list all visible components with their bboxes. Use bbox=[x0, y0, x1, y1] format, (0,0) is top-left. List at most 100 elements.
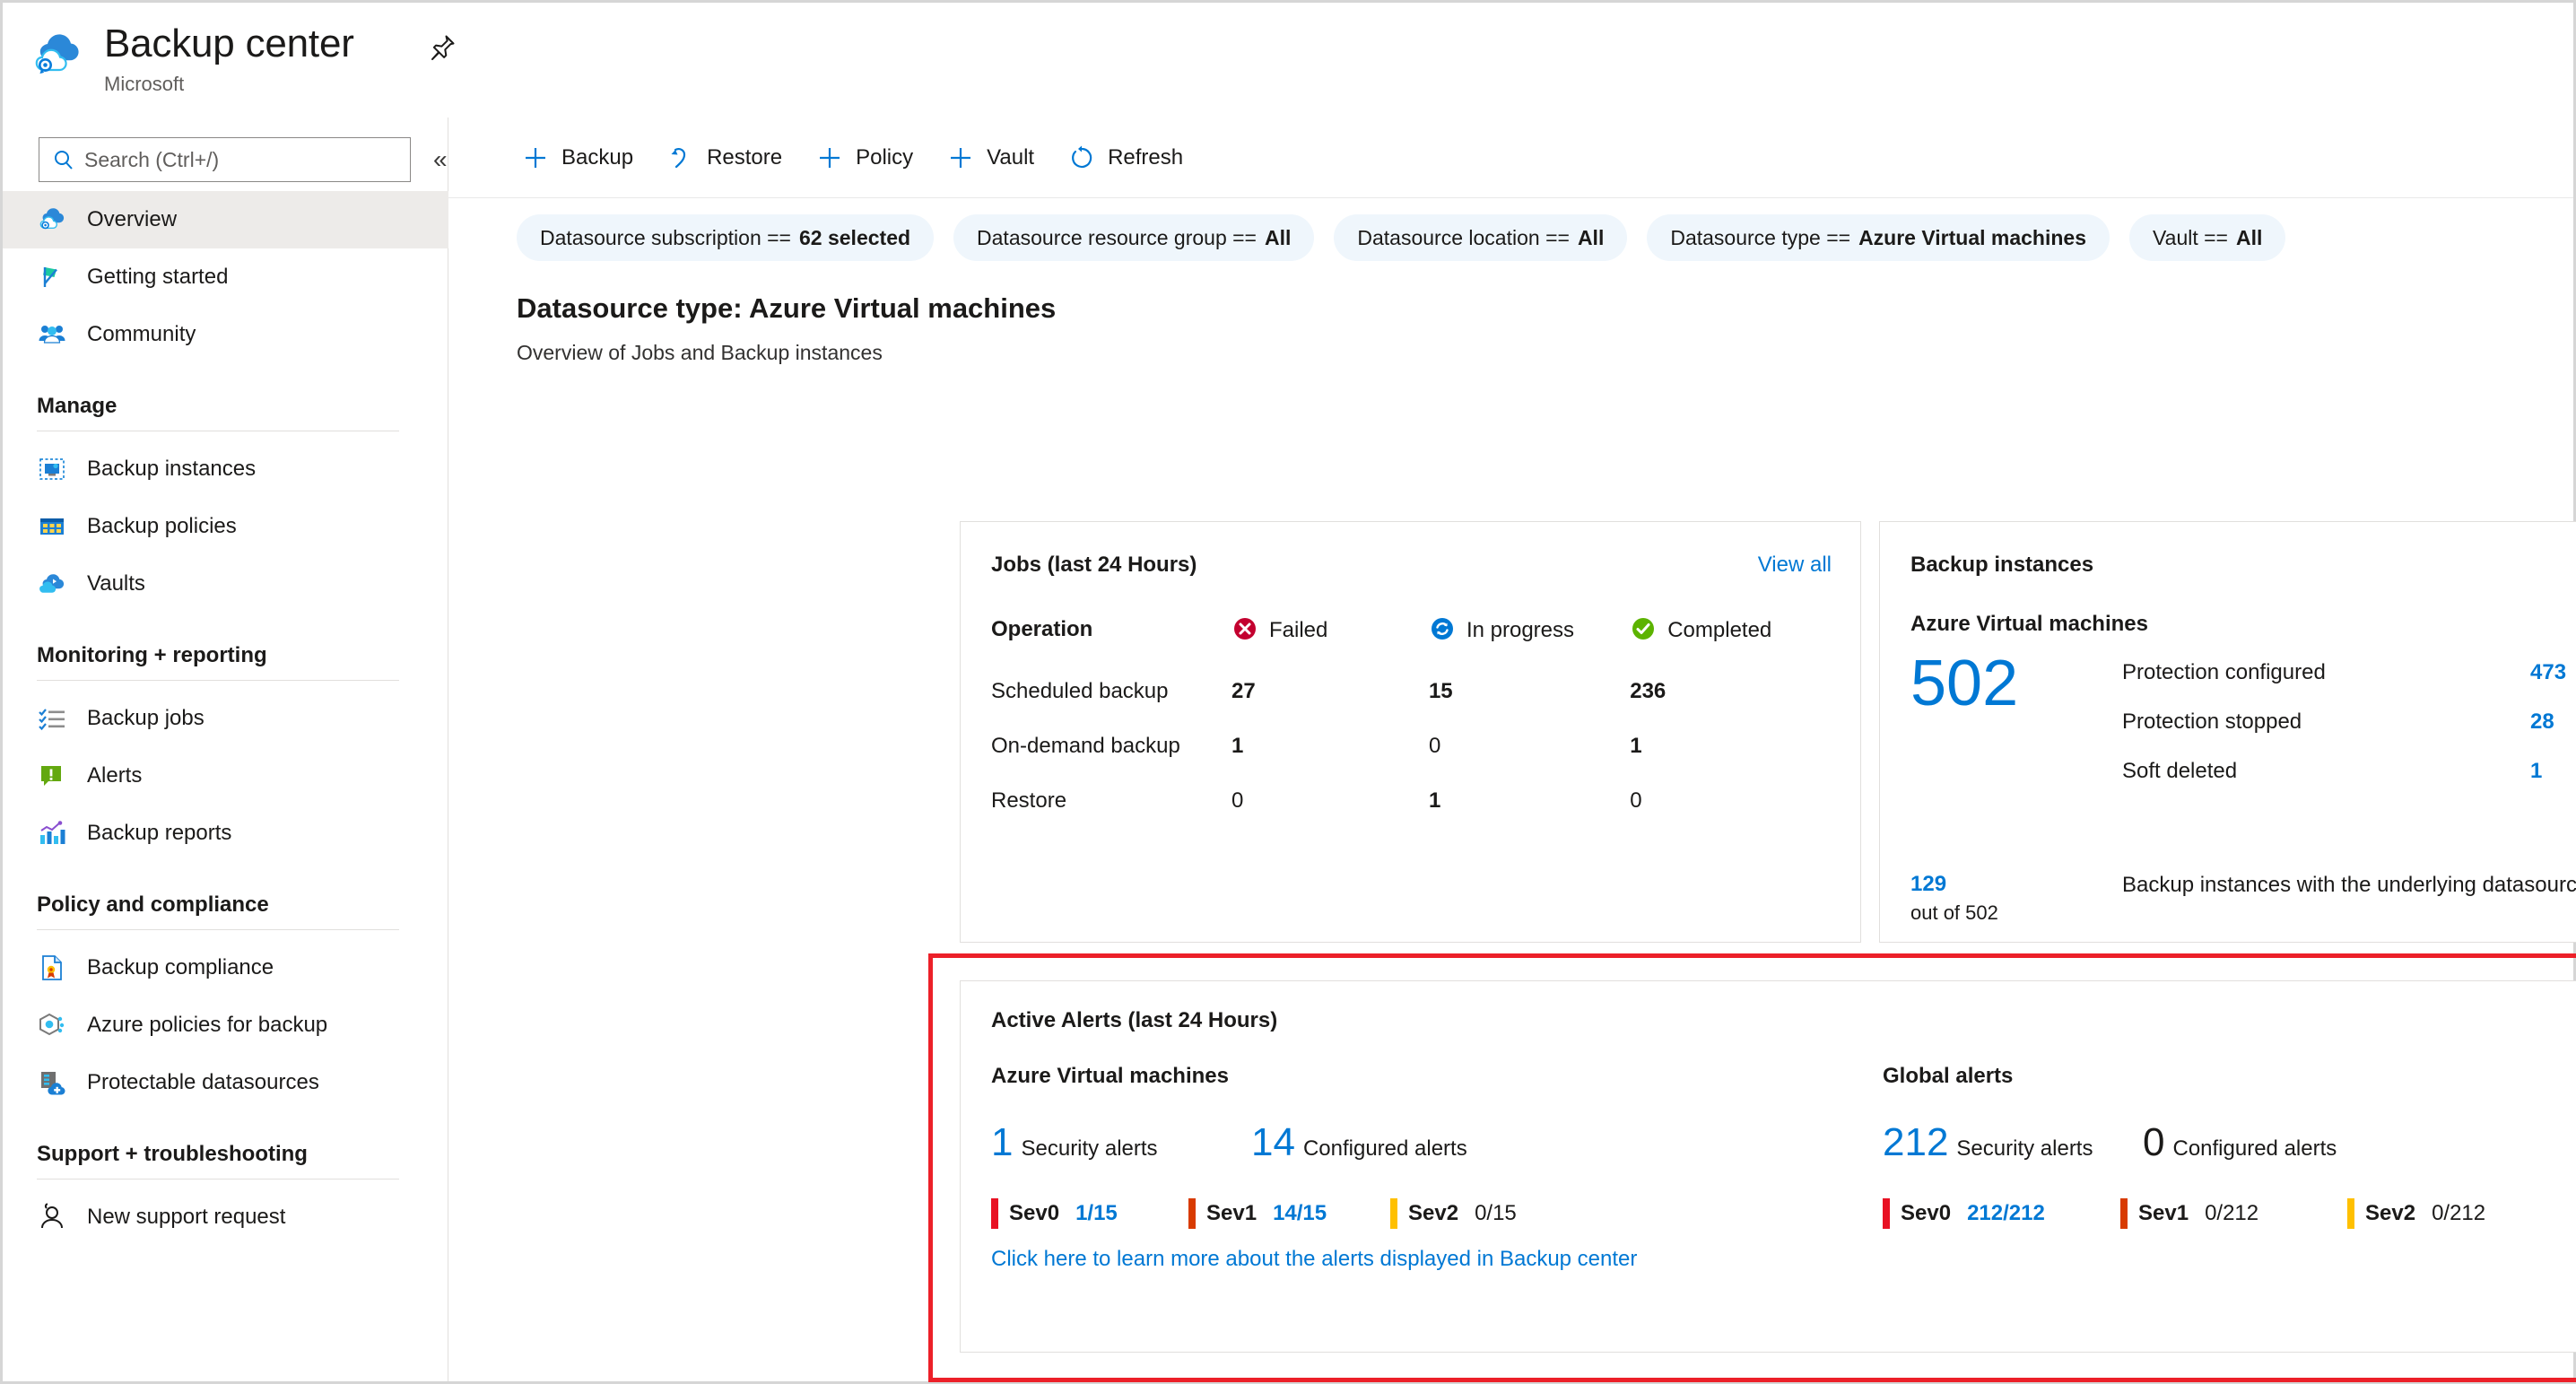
instances-card-subtitle: Azure Virtual machines bbox=[1910, 612, 2148, 636]
cell-completed[interactable]: 236 bbox=[1630, 679, 1834, 734]
count-value[interactable]: 14 bbox=[1251, 1123, 1295, 1162]
cell-completed[interactable]: 1 bbox=[1630, 734, 1834, 788]
policy-button[interactable]: Policy bbox=[814, 143, 913, 173]
filter-datasource-location[interactable]: Datasource location == All bbox=[1334, 214, 1628, 261]
jobs-table: Operation Failed In progress Completed S… bbox=[991, 615, 1834, 843]
restore-arrow-icon bbox=[666, 143, 696, 173]
sidebar-item-backup-policies[interactable]: Backup policies bbox=[3, 498, 448, 555]
count-value[interactable]: 1 bbox=[991, 1123, 1013, 1162]
search-placeholder: Search (Ctrl+/) bbox=[84, 147, 220, 171]
sidebar-item-vaults[interactable]: Vaults bbox=[3, 555, 448, 613]
in-progress-icon bbox=[1429, 615, 1456, 642]
alerts-learn-more-link[interactable]: Click here to learn more about the alert… bbox=[991, 1247, 1637, 1272]
row-value[interactable]: 28 bbox=[2530, 709, 2554, 735]
count-label: Configured alerts bbox=[1302, 1136, 1467, 1161]
row-label: Soft deleted bbox=[2122, 759, 2238, 783]
alerts-column-azure-vm: Azure Virtual machines 1 Security alerts… bbox=[991, 1064, 1852, 1229]
column-label: In progress bbox=[1466, 618, 1575, 642]
filter-vault[interactable]: Vault == All bbox=[2129, 214, 2286, 261]
support-person-icon bbox=[37, 1202, 67, 1232]
count-label: Security alerts bbox=[1956, 1136, 2093, 1161]
severity-value: 0/212 bbox=[2205, 1201, 2259, 1225]
sidebar: Search (Ctrl+/) « Overview Getting start… bbox=[3, 118, 448, 1381]
cell-in-progress[interactable]: 1 bbox=[1429, 788, 1630, 843]
sidebar-item-backup-instances[interactable]: Backup instances bbox=[3, 440, 448, 498]
page-subtitle: Microsoft bbox=[104, 73, 185, 95]
divider bbox=[37, 680, 399, 681]
filter-value: 62 selected bbox=[799, 225, 911, 249]
cell-failed[interactable]: 1 bbox=[1231, 734, 1429, 788]
backup-instance-icon bbox=[37, 454, 67, 484]
command-label: Policy bbox=[856, 144, 914, 170]
cell-in-progress[interactable]: 15 bbox=[1429, 679, 1630, 734]
instances-total[interactable]: 502 bbox=[1910, 648, 2018, 719]
filter-name: Vault == bbox=[2153, 225, 2228, 249]
sidebar-item-protectable-datasources[interactable]: Protectable datasources bbox=[3, 1054, 448, 1111]
severity-value[interactable]: 14/15 bbox=[1273, 1201, 1327, 1226]
policy-grid-icon bbox=[37, 511, 67, 542]
alerts-count-configured: 14 Configured alerts bbox=[1251, 1123, 1467, 1162]
alerts-count-security: 1 Security alerts bbox=[991, 1123, 1251, 1162]
severity-value[interactable]: 1/15 bbox=[1075, 1201, 1118, 1226]
azure-policy-icon bbox=[37, 1010, 67, 1040]
filter-datasource-type[interactable]: Datasource type == Azure Virtual machine… bbox=[1647, 214, 2110, 261]
sidebar-item-getting-started[interactable]: Getting started bbox=[3, 248, 448, 306]
severity-color-bar bbox=[1883, 1198, 1890, 1229]
pin-icon[interactable] bbox=[424, 30, 460, 65]
jobs-card: Jobs (last 24 Hours) View all Operation bbox=[960, 521, 1861, 943]
footer-out-of: out of 502 bbox=[1910, 901, 1998, 924]
sidebar-item-alerts[interactable]: Alerts bbox=[3, 747, 448, 805]
instances-footer: 129 out of 502 Backup instances with the… bbox=[1910, 870, 2576, 927]
backup-instances-card: Backup instances Azure Virtual machines … bbox=[1879, 521, 2576, 943]
instances-breakdown: Protection configured 473 Protection sto… bbox=[2122, 660, 2576, 808]
command-label: Restore bbox=[707, 144, 783, 170]
sidebar-item-backup-compliance[interactable]: Backup compliance bbox=[3, 939, 448, 997]
row-value[interactable]: 473 bbox=[2530, 660, 2566, 685]
sidebar-item-backup-jobs[interactable]: Backup jobs bbox=[3, 690, 448, 747]
bar-chart-icon bbox=[37, 818, 67, 849]
filter-value: All bbox=[1265, 225, 1292, 249]
severity-value[interactable]: 212/212 bbox=[1967, 1201, 2045, 1226]
collapse-sidebar-icon[interactable]: « bbox=[433, 146, 448, 173]
sidebar-item-overview[interactable]: Overview bbox=[3, 191, 448, 248]
jobs-view-all-link[interactable]: View all bbox=[1758, 553, 1832, 578]
column-operation: Operation bbox=[991, 616, 1093, 641]
backup-center-page: Backup center Microsoft More Search (Ctr… bbox=[0, 0, 2576, 1384]
sidebar-item-new-support-request[interactable]: New support request bbox=[3, 1188, 448, 1246]
sidebar-item-label: Backup policies bbox=[87, 514, 237, 538]
footer-value[interactable]: 129 bbox=[1910, 870, 2122, 899]
sidebar-item-azure-policies-for-backup[interactable]: Azure policies for backup bbox=[3, 997, 448, 1054]
count-value[interactable]: 212 bbox=[1883, 1123, 1948, 1162]
restore-button[interactable]: Restore bbox=[666, 143, 782, 173]
sidebar-item-label: New support request bbox=[87, 1205, 286, 1229]
count-value: 0 bbox=[2143, 1120, 2165, 1164]
instances-row: Protection stopped 28 bbox=[2122, 709, 2576, 735]
alerts-count-security: 212 Security alerts bbox=[1883, 1123, 2143, 1162]
sidebar-item-backup-reports[interactable]: Backup reports bbox=[3, 805, 448, 862]
sidebar-item-label: Getting started bbox=[87, 265, 229, 289]
sidebar-search-row: Search (Ctrl+/) « bbox=[3, 126, 448, 182]
protectable-datasource-icon bbox=[37, 1067, 67, 1098]
backup-center-icon bbox=[30, 28, 85, 83]
filter-name: Datasource resource group == bbox=[977, 225, 1257, 249]
filter-datasource-resource-group[interactable]: Datasource resource group == All bbox=[953, 214, 1315, 261]
cell-failed[interactable]: 27 bbox=[1231, 679, 1429, 734]
vault-button[interactable]: Vault bbox=[945, 143, 1034, 173]
more-options-icon[interactable]: More bbox=[483, 30, 518, 65]
sidebar-item-label: Protectable datasources bbox=[87, 1070, 319, 1094]
row-label: Protection stopped bbox=[2122, 709, 2302, 734]
jobs-card-title: Jobs (last 24 Hours) bbox=[991, 553, 1197, 577]
title-block: Backup center Microsoft bbox=[104, 19, 354, 98]
search-input[interactable]: Search (Ctrl+/) bbox=[39, 137, 411, 182]
plus-icon bbox=[945, 143, 976, 173]
backup-button[interactable]: Backup bbox=[520, 143, 633, 173]
refresh-button[interactable]: Refresh bbox=[1066, 143, 1183, 173]
divider bbox=[37, 929, 399, 930]
row-operation: Restore bbox=[991, 788, 1067, 813]
row-value[interactable]: 1 bbox=[2530, 759, 2542, 784]
alerts-severities: Sev0 1/15 Sev1 14/15 Sev2 0/15 bbox=[991, 1198, 1852, 1229]
filter-datasource-subscription[interactable]: Datasource subscription == 62 selected bbox=[517, 214, 935, 261]
sidebar-item-community[interactable]: Community bbox=[3, 306, 448, 363]
filter-pills: Datasource subscription == 62 selected D… bbox=[448, 211, 2573, 265]
cell-completed: 0 bbox=[1630, 788, 1642, 813]
